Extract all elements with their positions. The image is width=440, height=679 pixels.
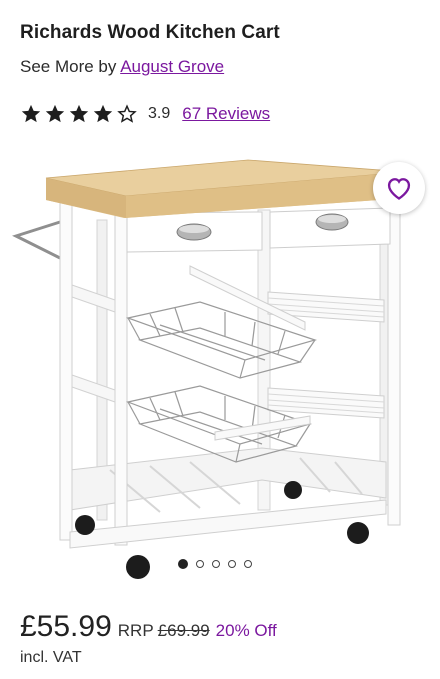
- carousel-dot-4[interactable]: [228, 560, 236, 568]
- product-image: [12, 159, 407, 579]
- rating-value: 3.9: [148, 105, 171, 122]
- front-post-right: [114, 214, 128, 546]
- discount-badge: 20% Off: [215, 621, 277, 640]
- drawer-right: [269, 207, 391, 249]
- star-filled-icon: [21, 104, 41, 123]
- add-to-favorites-button[interactable]: [373, 162, 425, 214]
- rrp-label: RRP: [117, 621, 154, 640]
- star-filled-icon: [69, 104, 89, 123]
- vat-note: incl. VAT: [20, 649, 82, 666]
- carousel-dot-3[interactable]: [212, 560, 220, 568]
- star-filled-icon: [45, 104, 65, 123]
- carousel-dot-1[interactable]: [178, 559, 188, 569]
- product-image-carousel[interactable]: [0, 140, 440, 580]
- star-filled-icon: [93, 104, 113, 123]
- star-rating: [20, 103, 140, 125]
- front-post-left: [59, 199, 73, 541]
- product-title: Richards Wood Kitchen Cart: [20, 22, 280, 43]
- see-more-line: See More by August Grove: [20, 57, 224, 77]
- front-post-far-right: [387, 204, 401, 526]
- see-more-prefix: See More by: [20, 57, 117, 76]
- reviews-link[interactable]: 67 Reviews: [182, 104, 270, 124]
- towel-rail: [12, 220, 61, 260]
- sale-price: £55.99: [20, 610, 112, 643]
- carousel-dot-5[interactable]: [244, 560, 252, 568]
- carousel-dot-2[interactable]: [196, 560, 204, 568]
- drawer-left: [126, 211, 263, 253]
- right-shelf-lower: [267, 387, 385, 419]
- brand-link[interactable]: August Grove: [120, 57, 224, 76]
- price-row: £55.99 RRP £69.99 20% Off: [20, 610, 277, 644]
- star-outline-icon: [117, 104, 137, 123]
- carousel-indicators: [178, 559, 260, 569]
- rating-row: 3.9 67 Reviews: [20, 101, 270, 127]
- original-price: £69.99: [157, 621, 210, 640]
- heart-icon: [387, 178, 411, 200]
